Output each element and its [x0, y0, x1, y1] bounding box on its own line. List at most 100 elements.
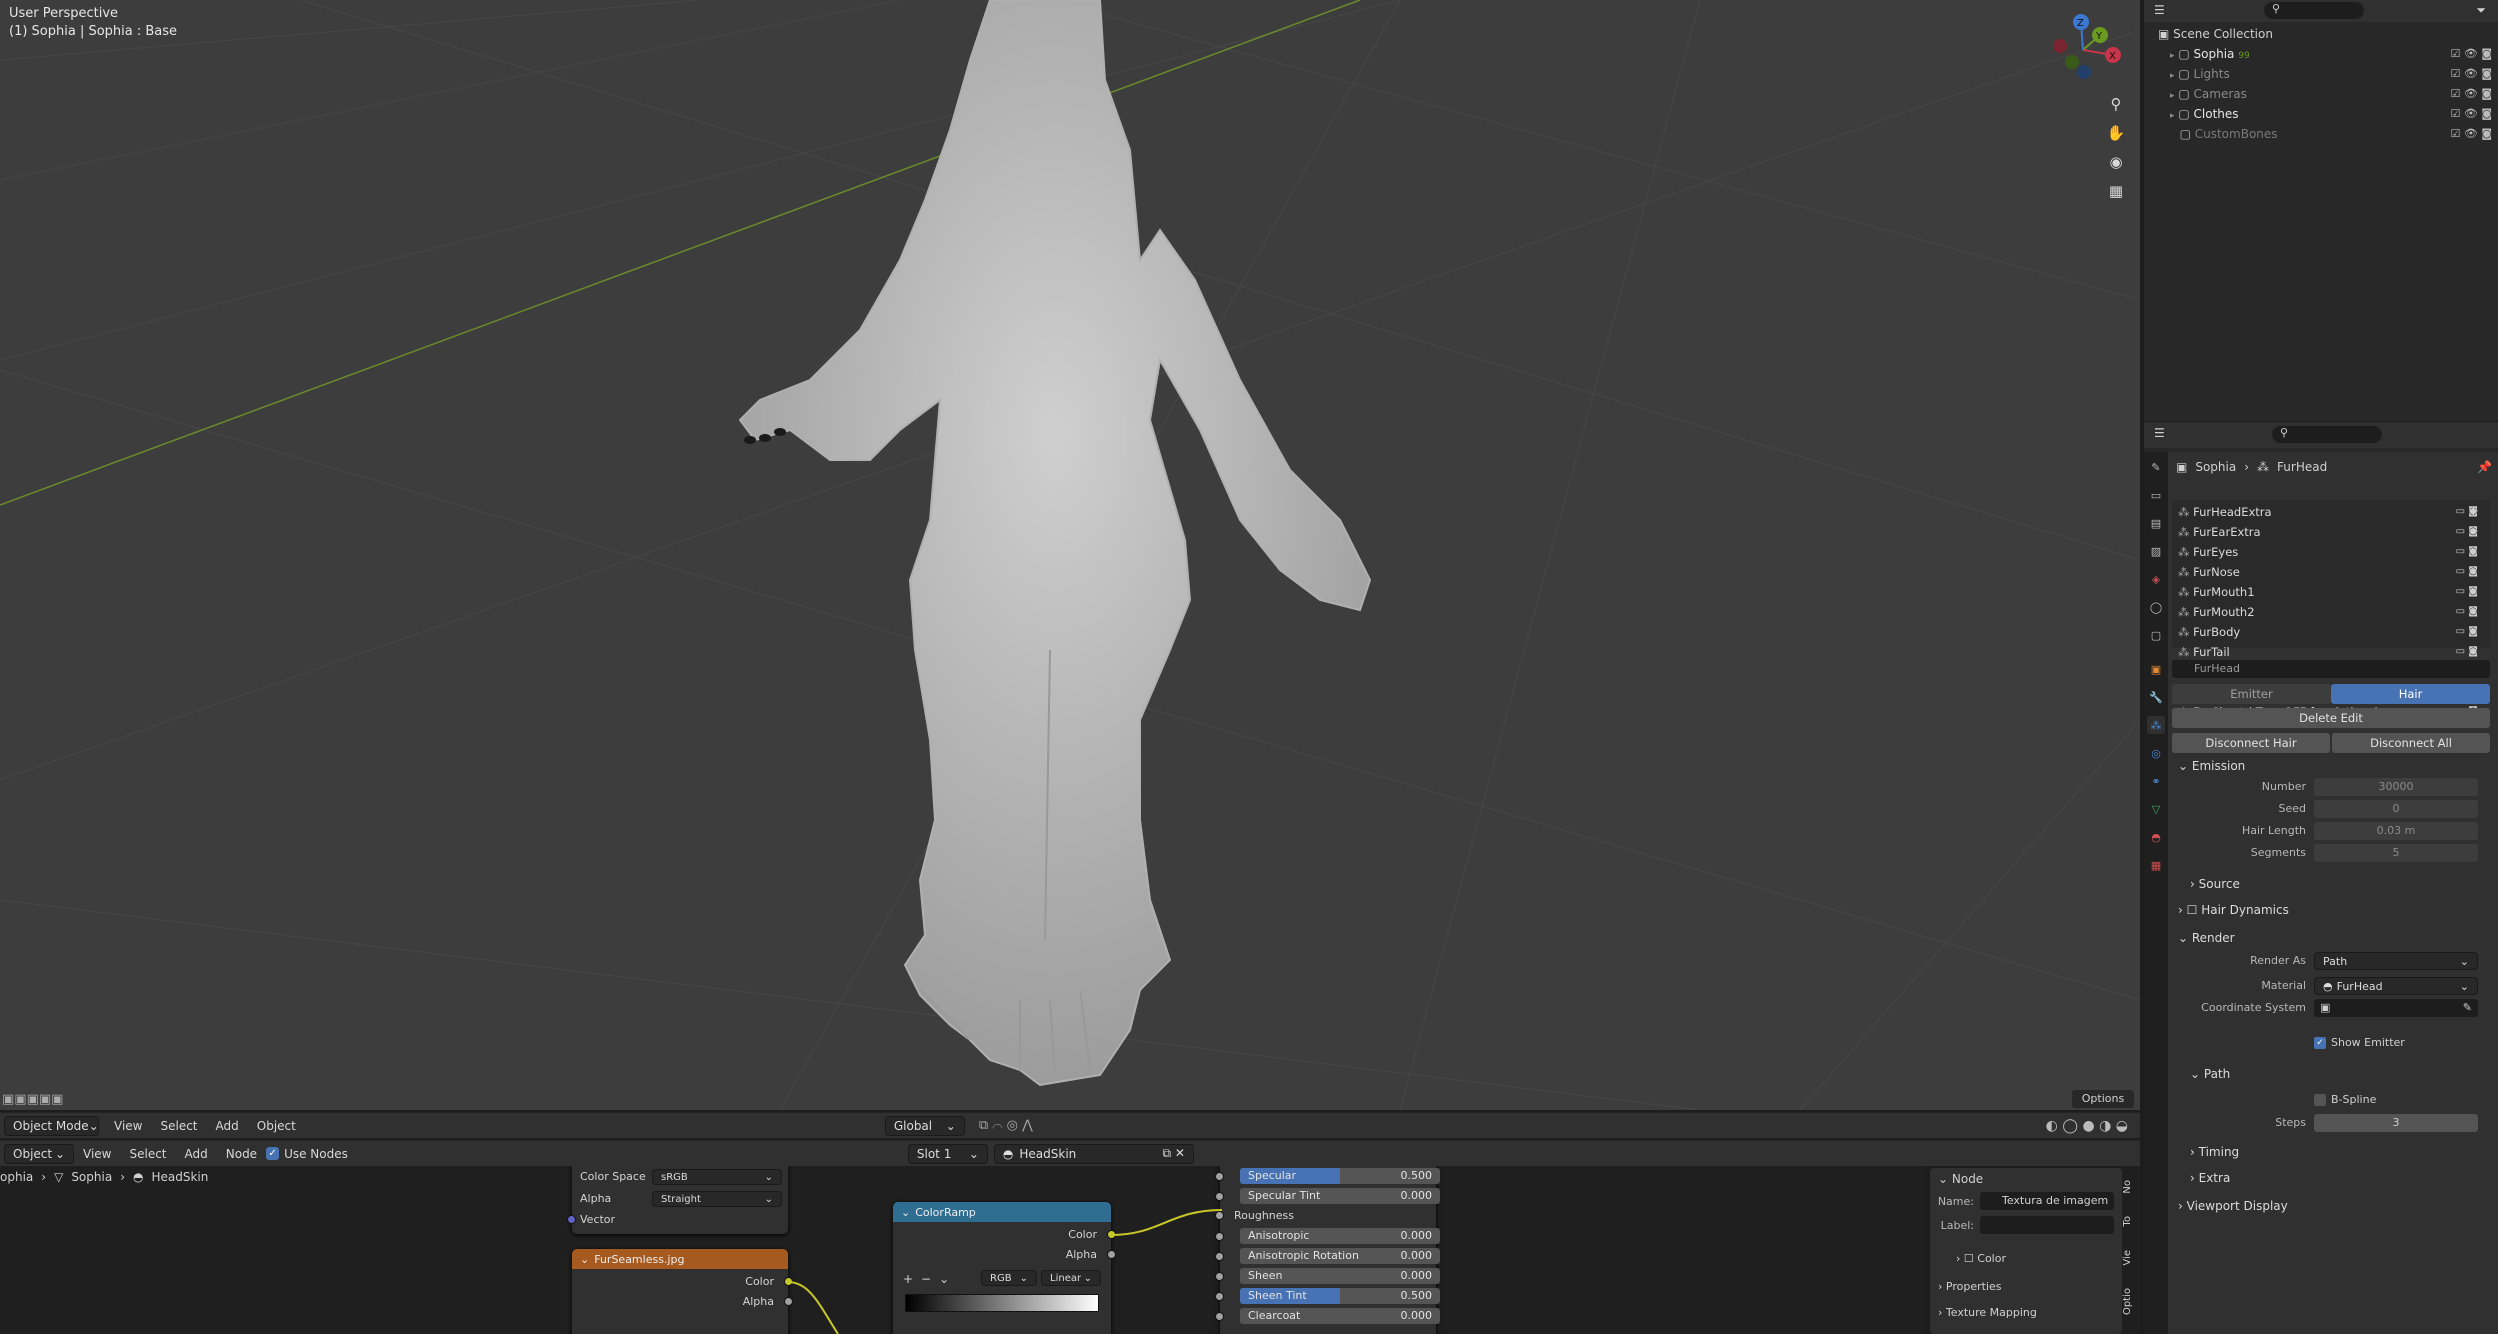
material-tab-icon[interactable]: ◓ — [2147, 828, 2165, 846]
grid-toggle-icon[interactable]: ▦ — [2103, 178, 2129, 204]
eyedropper-icon[interactable]: ✎ — [2463, 999, 2472, 1017]
object-type-dropdown[interactable]: Object ⌄ — [4, 1143, 74, 1164]
modifier-tab-icon[interactable]: 🔧 — [2147, 688, 2165, 706]
extra-subpanel[interactable]: › Extra — [2172, 1168, 2490, 1188]
3d-viewport[interactable]: User Perspective (1) Sophia | Sophia : B… — [0, 0, 2140, 1110]
scene-tab-icon[interactable]: ◈ — [2147, 570, 2165, 588]
particle-system-item[interactable]: ⁂ FurEyes ▭ ◙ — [2172, 542, 2482, 562]
options-dropdown[interactable]: Options — [2072, 1090, 2134, 1108]
tab-node[interactable]: No — [2122, 1180, 2133, 1194]
disconnect-hair-button[interactable]: Disconnect Hair — [2172, 733, 2330, 753]
menu-view[interactable]: View — [105, 1119, 151, 1133]
tab-view[interactable]: Vie — [2122, 1250, 2133, 1266]
shading-mode-icons[interactable]: ◐ ◯ ● ◑ ◒ — [2046, 1118, 2128, 1134]
outliner-search[interactable]: ⚲ — [2264, 2, 2364, 19]
render-toggle-icons[interactable]: ▭ ◙ — [2456, 602, 2478, 622]
editor-type-icon[interactable]: ☰ — [2154, 426, 2165, 440]
render-as-dropdown[interactable]: Path ⌄ — [2314, 952, 2478, 970]
outliner-item[interactable]: ▸ ▢ Lights ☑ 👁 ◙ — [2144, 64, 2498, 84]
camera-view-icon[interactable]: ◉ — [2103, 149, 2129, 175]
color-subsection[interactable]: › ☐ Color — [1956, 1252, 2006, 1265]
tab-tool[interactable]: To — [2122, 1216, 2133, 1227]
render-toggle-icons[interactable]: ▭ ◙ — [2456, 562, 2478, 582]
filter-icon[interactable]: ⏷ — [2476, 3, 2486, 18]
visibility-icons[interactable]: ☑ 👁 ◙ — [2451, 104, 2493, 124]
visibility-icons[interactable]: ☑ 👁 ◙ — [2451, 124, 2493, 144]
material-selector[interactable]: ◓ HeadSkin ⧉ ✕ — [993, 1143, 1194, 1164]
expand-arrow-icon[interactable]: ▸ — [2170, 111, 2175, 121]
outliner-item[interactable]: ▸ ▢ Sophia 99 ☑ 👁 ◙ — [2144, 44, 2498, 64]
type-hair-button[interactable]: Hair — [2331, 684, 2490, 704]
orientation-dropdown[interactable]: Global ⌄ — [884, 1115, 965, 1136]
coordinate-system-field[interactable]: ▣ ✎ — [2314, 999, 2478, 1017]
path-subpanel-header[interactable]: ⌄ Path — [2172, 1064, 2490, 1084]
particle-system-item[interactable]: ⁂ FurMouth2 ▭ ◙ — [2172, 602, 2482, 622]
texture-mapping-section[interactable]: › Texture Mapping — [1938, 1306, 2037, 1319]
expand-arrow-icon[interactable]: ▸ — [2170, 51, 2175, 61]
use-nodes-toggle[interactable]: ✓ Use Nodes — [266, 1147, 348, 1161]
texture-tab-icon[interactable]: ▦ — [2147, 856, 2165, 874]
data-tab-icon[interactable]: ▽ — [2147, 800, 2165, 818]
zoom-icon[interactable]: ⚲ — [2103, 91, 2129, 117]
navigation-gizmo[interactable]: Y X Z — [2048, 10, 2128, 90]
particle-systems-list[interactable]: ⁂ FurHeadExtra ▭ ◙ ⁂ FurEarExtra ▭ ◙ ⁂ FurEy… — [2172, 500, 2490, 719]
timing-subpanel[interactable]: › Timing — [2172, 1142, 2490, 1162]
number-field[interactable]: 30000 — [2314, 778, 2478, 796]
material-dropdown[interactable]: ◓ FurHead ⌄ — [2314, 977, 2478, 995]
slot-dropdown[interactable]: Slot 1 ⌄ — [907, 1143, 988, 1164]
delete-edit-button[interactable]: Delete Edit — [2172, 708, 2490, 728]
pin-icon[interactable]: 📌 — [2477, 460, 2492, 474]
constraints-tab-icon[interactable]: ⚭ — [2147, 772, 2165, 790]
menu-object[interactable]: Object — [248, 1119, 305, 1133]
particle-system-item[interactable]: ⁂ FurBody ▭ ◙ — [2172, 622, 2482, 642]
node-editor-canvas[interactable]: ophia › ▽ Sophia › ◓ HeadSkin Color Space sR… — [0, 1166, 1925, 1334]
editor-type-icon[interactable]: ☰ — [2154, 3, 2165, 17]
object-tab-icon[interactable]: ▣ — [2147, 660, 2165, 678]
particle-system-item[interactable]: ⁂ FurEarExtra ▭ ◙ — [2172, 522, 2482, 542]
disconnect-all-button[interactable]: Disconnect All — [2332, 733, 2490, 753]
node-section-header[interactable]: ⌄ Node — [1938, 1172, 1983, 1186]
render-tab-icon[interactable]: ▭ — [2147, 486, 2165, 504]
show-emitter-checkbox[interactable]: ✓ Show Emitter — [2314, 1036, 2405, 1049]
render-toggle-icons[interactable]: ▭ ◙ — [2456, 622, 2478, 642]
visibility-icons[interactable]: ☑ 👁 ◙ — [2451, 84, 2493, 104]
view-layer-tab-icon[interactable]: ▨ — [2147, 542, 2165, 560]
list-controls[interactable]: + − ⌄ — [2468, 502, 2479, 562]
particle-system-item[interactable]: ⁂ FurTail ▭ ◙ — [2172, 642, 2482, 662]
particle-settings-field[interactable]: FurHead — [2172, 660, 2490, 678]
properties-section[interactable]: › Properties — [1938, 1280, 2002, 1293]
type-emitter-button[interactable]: Emitter — [2172, 684, 2331, 704]
hair-dynamics-panel[interactable]: › ☐ Hair Dynamics — [2172, 900, 2490, 920]
menu-select[interactable]: Select — [151, 1119, 206, 1133]
world-tab-icon[interactable]: ◯ — [2147, 598, 2165, 616]
expand-arrow-icon[interactable]: ▸ — [2170, 91, 2175, 101]
physics-tab-icon[interactable]: ◎ — [2147, 744, 2165, 762]
particles-tab-icon[interactable]: ⁂ — [2147, 716, 2165, 734]
mode-dropdown[interactable]: Object Mode ⌄ — [4, 1115, 99, 1136]
output-tab-icon[interactable]: ▤ — [2147, 514, 2165, 532]
particle-system-item[interactable]: ⁂ FurNose ▭ ◙ — [2172, 562, 2482, 582]
viewport-display-panel[interactable]: › Viewport Display — [2172, 1196, 2490, 1216]
steps-field[interactable]: 3 — [2314, 1114, 2478, 1132]
tab-options[interactable]: Optio — [2122, 1288, 2133, 1315]
fur-character-model[interactable] — [720, 0, 1460, 1100]
render-toggle-icons[interactable]: ▭ ◙ — [2456, 642, 2478, 662]
properties-search[interactable]: ⚲ — [2272, 426, 2382, 443]
outliner-item[interactable]: ▸ ▢ Clothes ☑ 👁 ◙ — [2144, 104, 2498, 124]
hair-length-field[interactable]: 0.03 m — [2314, 822, 2478, 840]
expand-arrow-icon[interactable] — [2170, 131, 2176, 141]
emission-panel-header[interactable]: ⌄ Emission — [2172, 756, 2490, 776]
selection-mode-icons[interactable]: ▣▣▣▣▣ — [2, 1092, 63, 1107]
visibility-icons[interactable]: ☑ 👁 ◙ — [2451, 44, 2493, 64]
render-toggle-icons[interactable]: ▭ ◙ — [2456, 582, 2478, 602]
seed-field[interactable]: 0 — [2314, 800, 2478, 818]
outliner-item[interactable]: ▸ ▢ Cameras ☑ 👁 ◙ — [2144, 84, 2498, 104]
expand-arrow-icon[interactable]: ▸ — [2170, 71, 2175, 81]
node-label-field[interactable] — [1980, 1216, 2114, 1234]
pan-hand-icon[interactable]: ✋ — [2103, 120, 2129, 146]
outliner-item[interactable]: ▢ CustomBones ☑ 👁 ◙ — [2144, 124, 2498, 144]
tool-tab-icon[interactable]: ✎ — [2147, 458, 2165, 476]
visibility-icons[interactable]: ☑ 👁 ◙ — [2451, 64, 2493, 84]
scene-collection[interactable]: ▣ Scene Collection — [2144, 24, 2498, 44]
render-panel-header[interactable]: ⌄ Render — [2172, 928, 2490, 948]
